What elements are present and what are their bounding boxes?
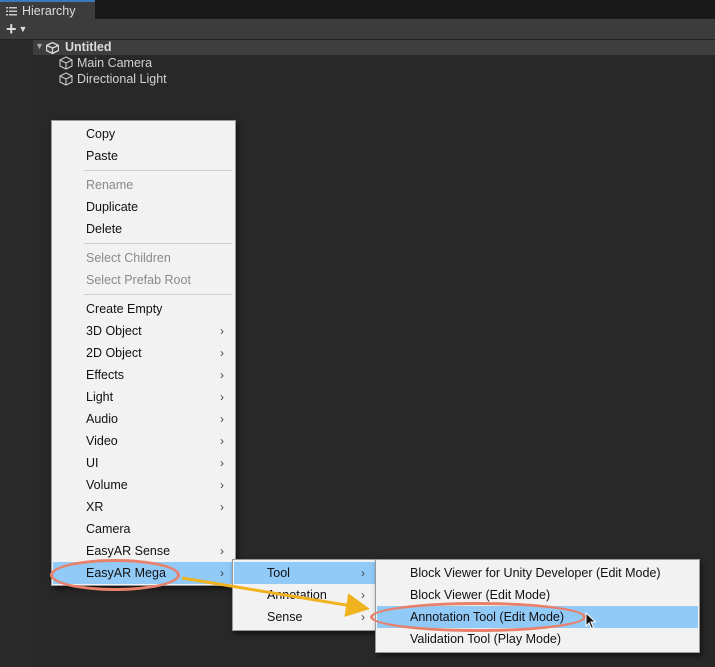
menu-item-block-viewer[interactable]: Block Viewer (Edit Mode) bbox=[377, 584, 698, 606]
menu-separator bbox=[84, 243, 232, 244]
menu-item-create-empty[interactable]: Create Empty bbox=[53, 298, 234, 320]
mouse-cursor-icon bbox=[585, 612, 597, 630]
unity-scene-icon bbox=[46, 42, 59, 54]
tab-hierarchy[interactable]: Hierarchy bbox=[0, 0, 95, 19]
chevron-down-icon: ▼ bbox=[18, 24, 28, 34]
tab-label: Hierarchy bbox=[22, 3, 76, 18]
menu-item-validation-tool[interactable]: Validation Tool (Play Mode) bbox=[377, 628, 698, 650]
chevron-right-icon: › bbox=[220, 346, 224, 360]
fold-arrow-icon[interactable]: ▼ bbox=[35, 41, 44, 51]
scene-name: Untitled bbox=[65, 40, 112, 54]
chevron-right-icon: › bbox=[361, 566, 365, 580]
tab-bar: Hierarchy bbox=[0, 0, 715, 19]
menu-item-camera[interactable]: Camera bbox=[53, 518, 234, 540]
menu-item-volume[interactable]: Volume › bbox=[53, 474, 234, 496]
menu-item-tool[interactable]: Tool › bbox=[234, 562, 375, 584]
plus-icon: + bbox=[6, 19, 17, 39]
menu-item-3d-object[interactable]: 3D Object › bbox=[53, 320, 234, 342]
chevron-right-icon: › bbox=[220, 456, 224, 470]
context-menu: Copy Paste Rename Duplicate Delete Selec… bbox=[51, 120, 236, 586]
hierarchy-item-directional-light[interactable]: Directional Light bbox=[59, 71, 167, 87]
list-icon bbox=[6, 6, 17, 15]
chevron-right-icon: › bbox=[220, 390, 224, 404]
cube-icon bbox=[59, 56, 73, 70]
menu-item-2d-object[interactable]: 2D Object › bbox=[53, 342, 234, 364]
menu-separator bbox=[84, 170, 232, 171]
chevron-right-icon: › bbox=[361, 588, 365, 602]
cube-icon bbox=[59, 72, 73, 86]
menu-item-ui[interactable]: UI › bbox=[53, 452, 234, 474]
scene-row[interactable]: ▼ Untitled bbox=[33, 40, 715, 55]
menu-item-xr[interactable]: XR › bbox=[53, 496, 234, 518]
menu-item-annotation-tool[interactable]: Annotation Tool (Edit Mode) bbox=[377, 606, 698, 628]
chevron-right-icon: › bbox=[220, 500, 224, 514]
chevron-right-icon: › bbox=[220, 412, 224, 426]
menu-item-sense[interactable]: Sense › bbox=[234, 606, 375, 628]
object-label: Main Camera bbox=[77, 56, 153, 70]
menu-item-easyar-mega[interactable]: EasyAR Mega › bbox=[53, 562, 234, 584]
menu-item-paste[interactable]: Paste bbox=[53, 145, 234, 167]
menu-item-light[interactable]: Light › bbox=[53, 386, 234, 408]
menu-item-select-prefab-root: Select Prefab Root bbox=[86, 273, 191, 287]
hierarchy-toolbar: + ▼ bbox=[0, 19, 715, 40]
left-gutter bbox=[0, 40, 33, 667]
menu-item-effects[interactable]: Effects › bbox=[53, 364, 234, 386]
menu-item-easyar-sense[interactable]: EasyAR Sense › bbox=[53, 540, 234, 562]
menu-item-annotation[interactable]: Annotation › bbox=[234, 584, 375, 606]
tool-submenu: Block Viewer for Unity Developer (Edit M… bbox=[375, 559, 700, 653]
menu-item-video[interactable]: Video › bbox=[53, 430, 234, 452]
menu-item-block-viewer-developer[interactable]: Block Viewer for Unity Developer (Edit M… bbox=[377, 562, 698, 584]
hierarchy-item-main-camera[interactable]: Main Camera bbox=[59, 55, 152, 71]
easyar-mega-submenu: Tool › Annotation › Sense › bbox=[232, 559, 377, 631]
chevron-right-icon: › bbox=[220, 478, 224, 492]
menu-item-select-children: Select Children bbox=[86, 251, 171, 265]
menu-item-rename: Rename bbox=[86, 178, 134, 192]
chevron-right-icon: › bbox=[220, 368, 224, 382]
chevron-right-icon: › bbox=[220, 566, 224, 580]
menu-item-audio[interactable]: Audio › bbox=[53, 408, 234, 430]
menu-separator bbox=[84, 294, 232, 295]
menu-item-copy[interactable]: Copy bbox=[53, 123, 234, 145]
chevron-right-icon: › bbox=[220, 544, 224, 558]
chevron-right-icon: › bbox=[361, 610, 365, 624]
menu-item-delete[interactable]: Delete bbox=[53, 218, 234, 240]
object-label: Directional Light bbox=[77, 72, 167, 86]
menu-item-duplicate[interactable]: Duplicate bbox=[53, 196, 234, 218]
chevron-right-icon: › bbox=[220, 324, 224, 338]
chevron-right-icon: › bbox=[220, 434, 224, 448]
add-button[interactable]: + ▼ bbox=[6, 20, 27, 38]
